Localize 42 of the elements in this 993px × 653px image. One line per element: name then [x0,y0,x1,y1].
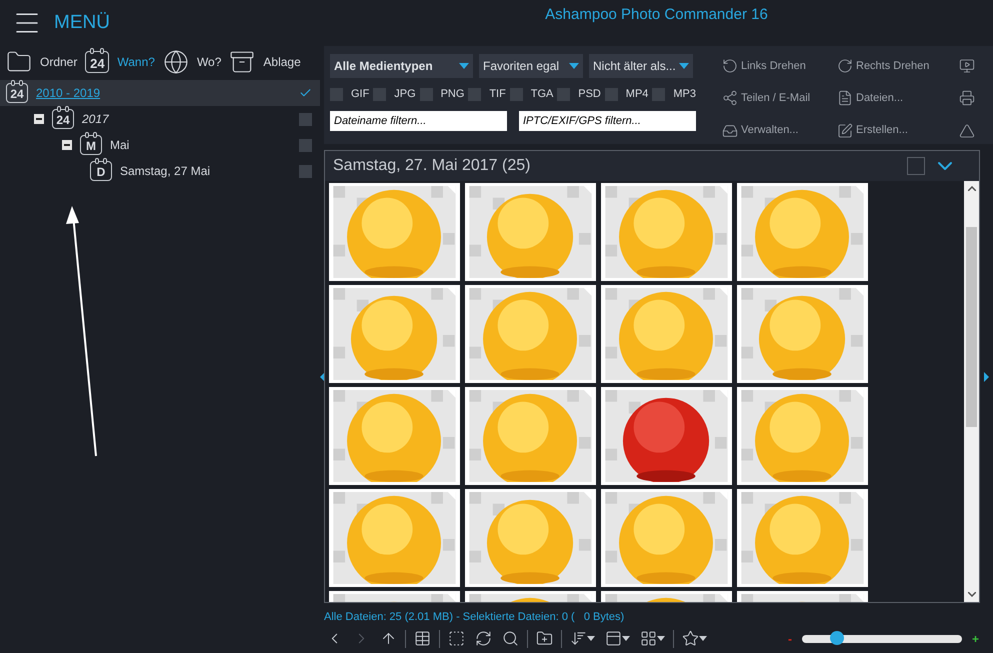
calendar-icon: D [90,161,112,181]
calendar-icon: 24 [52,109,74,129]
window-title: Ashampoo Photo Commander 16 [545,4,768,25]
checkbox-label: TIF [489,87,506,102]
zoom-in-label: + [972,630,979,648]
checkbox-label: MP3 [673,87,696,102]
tree-label: 2010 - 2019 [36,85,100,102]
zoom-out-label: - [788,630,792,648]
checkbox-label: PNG [440,87,464,102]
action-button[interactable]: Erstellen... [837,120,952,142]
filter-field[interactable]: Dateiname filtern... [330,110,507,130]
action-button[interactable]: Teilen / E-Mail [722,87,837,110]
filter-dropdown[interactable]: Alle Medientypen [330,54,473,78]
menu-button[interactable]: MENÜ [12,8,110,38]
checkbox-label: GIF [351,87,370,102]
source-tab[interactable]: Ablage [229,49,301,75]
calendar-icon: M [80,135,102,155]
action-button[interactable]: Links Drehen [722,55,837,77]
source-tab[interactable]: Wo? [162,49,222,75]
source-tab[interactable]: Ordner [6,49,78,75]
action-button[interactable]: Rechts Drehen [837,55,952,77]
filter-dropdown[interactable]: Favoriten egal [479,54,583,78]
tree-row[interactable]: D Samstag, 27 Mai [0,158,320,184]
checkbox-label: JPG [394,87,416,102]
source-tab[interactable]: 24 Wann? [85,51,155,73]
checkbox-label: TGA [530,87,554,102]
tree-label: Samstag, 27 Mai [120,163,210,180]
group-title: Samstag, 27. Mai 2017 (25) [333,156,532,176]
action-button[interactable]: Dateien... [837,87,952,110]
calendar-icon: 24 [85,51,110,73]
tree-label: Mai [110,137,130,154]
tree-row[interactable]: M Mai [0,132,320,158]
status-text: Alle Dateien: 25 (2.01 MB) - Selektierte Dateien: 0 ( 0 Bytes) [324,610,626,625]
filter-dropdown[interactable]: Nicht älter als... [589,54,693,78]
tree-row[interactable]: 24 2017 [0,106,320,132]
action-button[interactable]: Verwalten... [722,120,837,142]
checkbox-label: MP4 [626,87,648,102]
calendar-icon: 24 [6,83,28,103]
filter-field[interactable]: IPTC/EXIF/GPS filtern... [519,110,696,130]
checkbox-label: PSD [578,87,601,102]
tree-row[interactable]: 24 2010 - 2019 [0,80,320,106]
tree-label: 2017 [82,111,109,128]
